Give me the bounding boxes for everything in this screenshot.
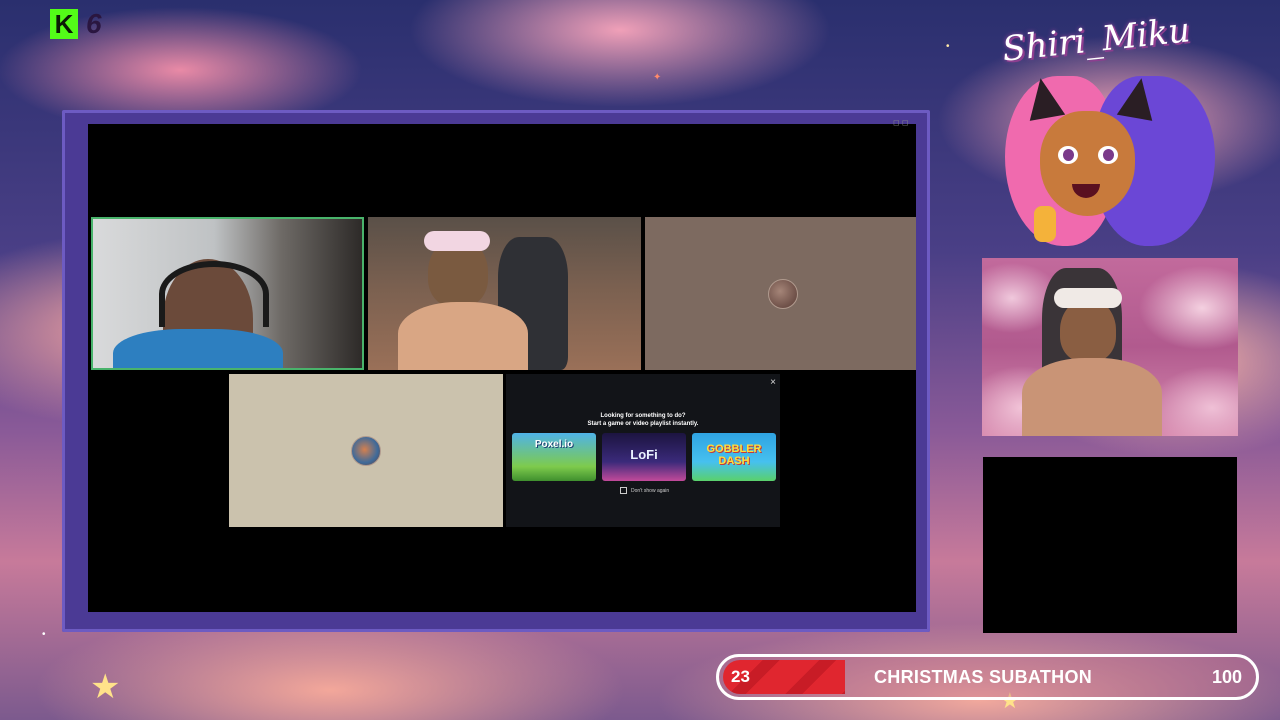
- activity-card-label: Poxel.io: [534, 439, 574, 450]
- headband: [424, 231, 490, 251]
- star-decoration: ✦: [653, 72, 662, 83]
- subathon-progress-bar: 23 CHRISTMAS SUBATHON 100: [716, 654, 1259, 700]
- mascot-ear-icon: [1022, 75, 1066, 121]
- activity-heading-line2: Start a game or video playlist instantly…: [587, 421, 699, 427]
- close-icon[interactable]: ×: [770, 377, 776, 388]
- dont-show-checkbox[interactable]: [620, 487, 627, 494]
- empty-overlay-box: [983, 457, 1237, 633]
- participant-avatar: [768, 279, 798, 309]
- subathon-title: CHRISTMAS SUBATHON: [874, 667, 1093, 687]
- activity-card-poxel[interactable]: Poxel.io: [512, 433, 596, 481]
- activity-cards: Poxel.io LoFi GOBBLER DASH: [512, 433, 776, 481]
- dont-show-again-option[interactable]: Don't show again: [620, 487, 669, 494]
- streamer-webcam: [982, 258, 1238, 436]
- streamer-branding: Shiri_Miku: [1000, 10, 1240, 246]
- subathon-current-value: 23: [731, 667, 750, 686]
- headband: [1054, 288, 1122, 308]
- participant-body: [1022, 358, 1162, 436]
- subathon-target-value: 100: [1211, 667, 1242, 687]
- participant-avatar: [351, 436, 381, 466]
- dont-show-label: Don't show again: [631, 487, 670, 494]
- window-controls-icon[interactable]: ◻ ◻: [893, 118, 909, 127]
- activity-heading-line1: Looking for something to do?: [600, 413, 686, 419]
- participant-tile-1[interactable]: [91, 217, 364, 370]
- mascot-eye: [1098, 146, 1118, 164]
- activity-card-lofi[interactable]: LoFi: [602, 433, 686, 481]
- participant-tile-2[interactable]: [368, 217, 641, 370]
- kick-logo-icon: K: [50, 9, 78, 39]
- star-decoration: •: [946, 41, 950, 52]
- viewer-count: 6: [86, 8, 102, 39]
- activity-card-gobbler-dash[interactable]: GOBBLER DASH: [692, 433, 776, 481]
- participant-tile-3[interactable]: [645, 217, 916, 370]
- participant-tile-4[interactable]: [229, 374, 503, 527]
- star-decoration: ★: [90, 668, 121, 706]
- activity-card-label: LoFi: [630, 447, 658, 462]
- star-decoration: •: [42, 629, 46, 640]
- mascot-face: [1040, 111, 1135, 216]
- activity-heading: Looking for something to do? Start a gam…: [506, 412, 780, 428]
- activity-card-label: GOBBLER DASH: [706, 443, 762, 467]
- participant-body: [398, 302, 528, 370]
- kick-viewer-badge: K 6: [50, 8, 102, 40]
- activity-suggestion-panel: × Looking for something to do? Start a g…: [506, 374, 780, 527]
- streamer-name: Shiri_Miku: [1000, 10, 1192, 70]
- peace-sign-icon: [1034, 206, 1056, 242]
- mascot-eye: [1058, 146, 1078, 164]
- participant-shirt: [113, 329, 283, 368]
- mascot-ear-icon: [1116, 75, 1160, 121]
- headset-icon: [159, 261, 269, 327]
